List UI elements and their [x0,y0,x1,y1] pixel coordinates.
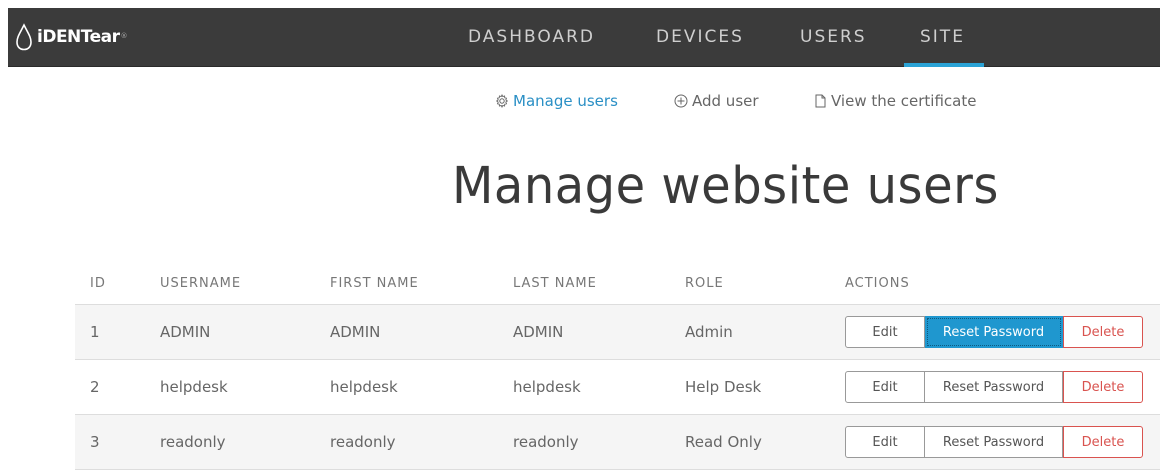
delete-button[interactable]: Delete [1063,316,1143,348]
app-logo[interactable]: iDENTear ® [14,22,128,52]
cell-id: 1 [75,304,160,360]
reset-password-button[interactable]: Reset Password [925,371,1063,403]
cell-last-name: readonly [513,414,685,470]
action-button-group: Edit Reset Password Delete [845,316,1160,348]
cell-id: 3 [75,414,160,470]
delete-button[interactable]: Delete [1063,371,1143,403]
drop-logo-icon [16,23,32,51]
table-header-row: ID USERNAME FIRST NAME LAST NAME ROLE AC… [75,262,1160,305]
add-user-label: Add user [692,92,759,110]
nav-users[interactable]: USERS [800,8,867,66]
edit-button[interactable]: Edit [845,426,925,458]
header-id: ID [75,262,160,305]
cell-actions: Edit Reset Password Delete [845,414,1160,470]
header-last-name: LAST NAME [513,262,685,305]
cell-actions: Edit Reset Password Delete [845,304,1160,360]
action-button-group: Edit Reset Password Delete [845,371,1160,403]
cell-last-name: ADMIN [513,304,685,360]
cell-first-name: readonly [330,414,513,470]
table-row: 1 ADMIN ADMIN ADMIN Admin Edit Reset Pas… [75,304,1160,360]
cell-first-name: ADMIN [330,304,513,360]
edit-button[interactable]: Edit [845,316,925,348]
cell-role: Help Desk [685,359,845,415]
document-icon [815,94,826,108]
page-title: Manage website users [452,156,999,216]
nav-devices[interactable]: DEVICES [656,8,744,66]
manage-users-label: Manage users [513,92,618,110]
table-row: 2 helpdesk helpdesk helpdesk Help Desk E… [75,359,1160,415]
header-first-name: FIRST NAME [330,262,513,305]
cell-role: Admin [685,304,845,360]
delete-button[interactable]: Delete [1063,426,1143,458]
registered-mark: ® [120,32,128,40]
cell-actions: Edit Reset Password Delete [845,359,1160,415]
view-certificate-link[interactable]: View the certificate [814,90,976,112]
brand-name: iDENTear [37,27,120,47]
action-button-group: Edit Reset Password Delete [845,426,1160,458]
cell-first-name: helpdesk [330,359,513,415]
header-username: USERNAME [160,262,330,305]
reset-password-button[interactable]: Reset Password [925,426,1063,458]
cell-id: 2 [75,359,160,415]
cell-last-name: helpdesk [513,359,685,415]
edit-button[interactable]: Edit [845,371,925,403]
gear-icon [495,94,509,108]
plus-circle-icon [674,94,688,108]
reset-password-button[interactable]: Reset Password [925,316,1063,348]
nav-site[interactable]: SITE [920,8,965,66]
add-user-link[interactable]: Add user [674,90,759,112]
header-role: ROLE [685,262,845,305]
cell-username: helpdesk [160,359,330,415]
nav-dashboard[interactable]: DASHBOARD [468,8,595,66]
manage-users-link[interactable]: Manage users [495,90,618,112]
header-actions: ACTIONS [845,262,1160,305]
users-table: ID USERNAME FIRST NAME LAST NAME ROLE AC… [75,262,1160,470]
cell-username: readonly [160,414,330,470]
cell-role: Read Only [685,414,845,470]
active-nav-indicator [904,63,984,67]
view-certificate-label: View the certificate [831,92,977,110]
table-row: 3 readonly readonly readonly Read Only E… [75,414,1160,470]
cell-username: ADMIN [160,304,330,360]
top-navbar: iDENTear ® DASHBOARD DEVICES USERS SITE [8,8,1160,67]
